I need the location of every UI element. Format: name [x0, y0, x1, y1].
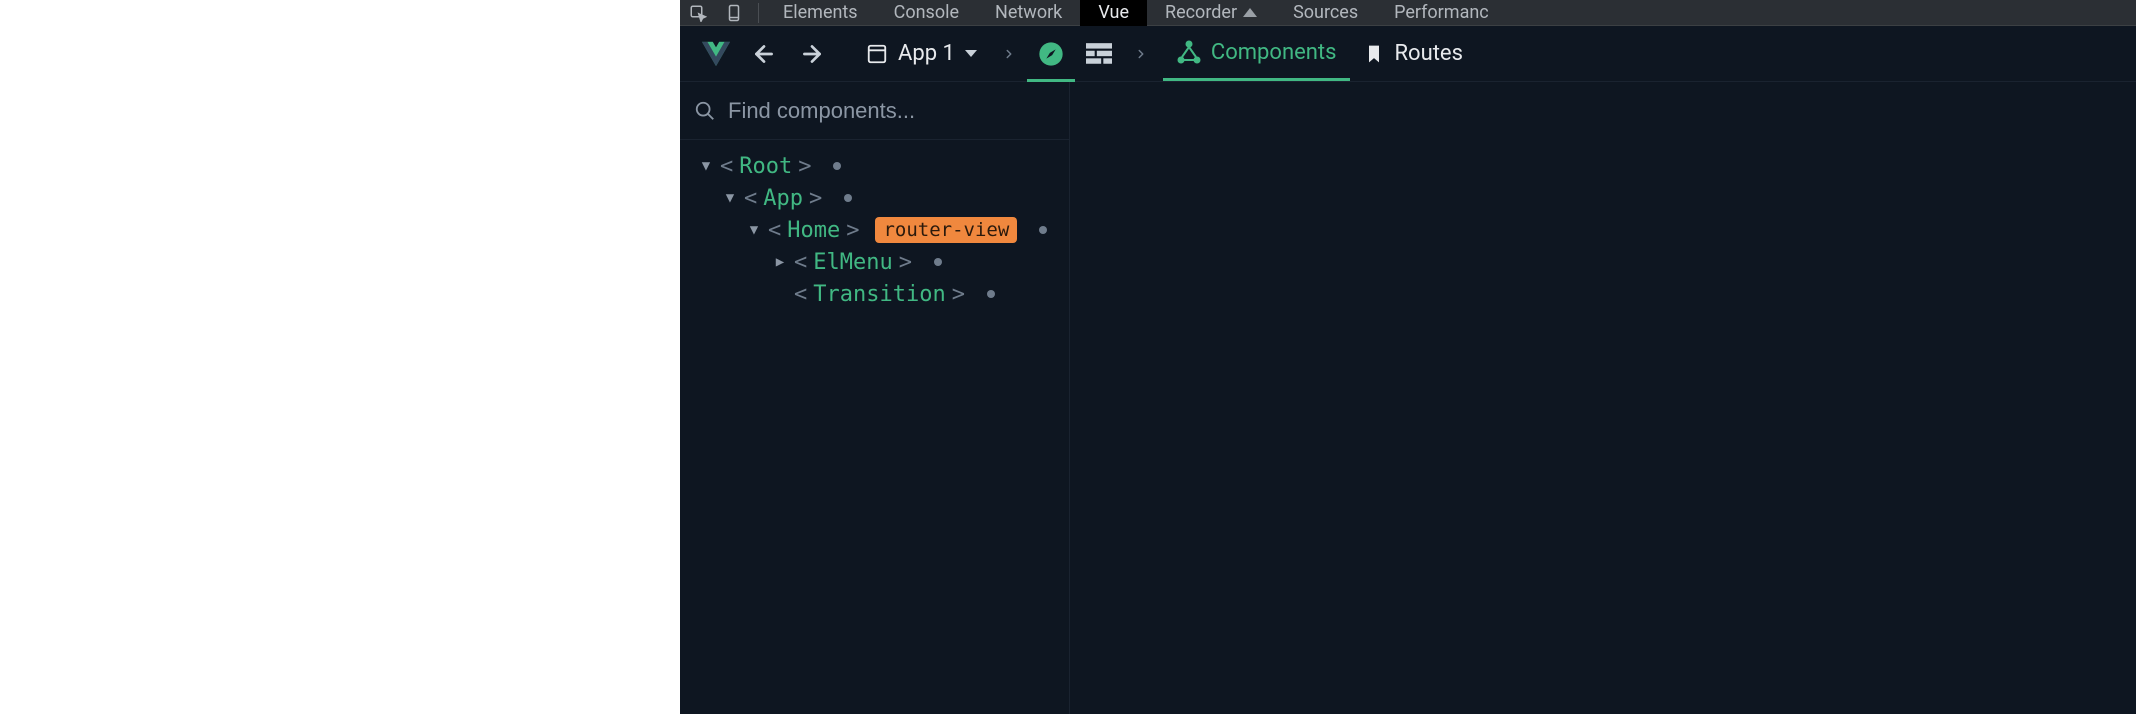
app-selector[interactable]: App 1: [866, 41, 977, 66]
angle-bracket: >: [846, 218, 859, 243]
forward-button[interactable]: [792, 34, 832, 74]
component-name: ElMenu: [813, 250, 892, 275]
chevron-right-icon: [1129, 43, 1153, 65]
tree-node-app[interactable]: ▼ <App>: [688, 182, 1061, 214]
subtab-components[interactable]: Components: [1163, 27, 1351, 81]
disclosure-open-icon[interactable]: ▼: [746, 222, 762, 238]
component-tree-pane: ▼ <Root> ▼ <App> ▼ <Home> router-view ▶: [680, 82, 1070, 714]
tab-label: Vue: [1098, 2, 1129, 23]
subtab-routes[interactable]: Routes: [1350, 27, 1476, 81]
angle-bracket: <: [768, 218, 781, 243]
chevron-right-icon: [997, 43, 1021, 65]
page-icon: [866, 43, 888, 65]
recorder-indicator-icon: [1243, 8, 1257, 17]
tab-label: Elements: [783, 2, 858, 23]
angle-bracket: >: [899, 250, 912, 275]
component-detail-pane: [1070, 82, 2136, 714]
devtools-tab-bar: Elements Console Network Vue Recorder So…: [680, 0, 2136, 26]
devtools-panel: Elements Console Network Vue Recorder So…: [680, 0, 2136, 714]
tab-recorder[interactable]: Recorder: [1147, 0, 1275, 26]
disclosure-closed-icon[interactable]: ▶: [772, 254, 788, 270]
tab-console[interactable]: Console: [876, 0, 977, 26]
tab-sources[interactable]: Sources: [1275, 0, 1376, 26]
app-selector-label: App 1: [898, 41, 955, 66]
vue-logo-icon: [696, 34, 736, 74]
bookmark-icon: [1364, 42, 1384, 66]
tree-node-transition[interactable]: <Transition >: [688, 278, 1061, 310]
search-icon: [694, 100, 716, 122]
device-toggle-icon[interactable]: [716, 0, 752, 26]
vue-body: ▼ <Root> ▼ <App> ▼ <Home> router-view ▶: [680, 82, 2136, 714]
tab-label: Sources: [1293, 2, 1358, 23]
fragment-dot-icon: [844, 194, 852, 202]
disclosure-open-icon[interactable]: ▼: [698, 158, 714, 174]
fragment-dot-icon: [1039, 226, 1047, 234]
tab-label: Recorder: [1165, 2, 1237, 23]
caret-down-icon: [965, 50, 977, 57]
disclosure-open-icon[interactable]: ▼: [722, 190, 738, 206]
tab-elements[interactable]: Elements: [765, 0, 876, 26]
fragment-dot-icon: [833, 162, 841, 170]
search-row: [680, 82, 1069, 140]
fragment-dot-icon: [987, 290, 995, 298]
angle-bracket: >: [952, 282, 965, 307]
angle-bracket: >: [809, 186, 822, 211]
tree-node-root[interactable]: ▼ <Root>: [688, 150, 1061, 182]
tab-label: Console: [894, 2, 959, 23]
component-name: Home: [787, 218, 840, 243]
page-content-area: [0, 0, 680, 714]
search-input[interactable]: [728, 98, 1055, 124]
tab-network[interactable]: Network: [977, 0, 1080, 26]
tab-performance[interactable]: Performanc: [1376, 0, 1507, 26]
timeline-button[interactable]: [1079, 34, 1119, 74]
vue-toolbar: App 1 Components Routes: [680, 26, 2136, 82]
tree-node-home[interactable]: ▼ <Home> router-view: [688, 214, 1061, 246]
component-name: App: [763, 186, 803, 211]
inspector-button[interactable]: [1027, 27, 1075, 81]
angle-bracket: <: [744, 186, 757, 211]
tab-vue[interactable]: Vue: [1080, 0, 1147, 26]
components-icon: [1177, 40, 1201, 64]
subtab-label: Components: [1211, 40, 1337, 65]
angle-bracket: <: [720, 154, 733, 179]
angle-bracket: <: [794, 282, 807, 307]
inspect-icon[interactable]: [680, 0, 716, 26]
component-name: Root: [739, 154, 792, 179]
tree-node-elmenu[interactable]: ▶ <ElMenu >: [688, 246, 1061, 278]
vue-subtabs: Components Routes: [1163, 27, 1477, 81]
subtab-label: Routes: [1394, 41, 1462, 66]
back-button[interactable]: [744, 34, 784, 74]
angle-bracket: <: [794, 250, 807, 275]
tab-label: Performanc: [1394, 2, 1489, 23]
fragment-dot-icon: [934, 258, 942, 266]
tab-label: Network: [995, 2, 1062, 23]
compass-icon: [1031, 34, 1071, 74]
component-name: Transition: [813, 282, 945, 307]
router-view-badge: router-view: [875, 217, 1017, 243]
component-tree: ▼ <Root> ▼ <App> ▼ <Home> router-view ▶: [680, 140, 1069, 320]
angle-bracket: >: [798, 154, 811, 179]
separator: [758, 3, 759, 23]
